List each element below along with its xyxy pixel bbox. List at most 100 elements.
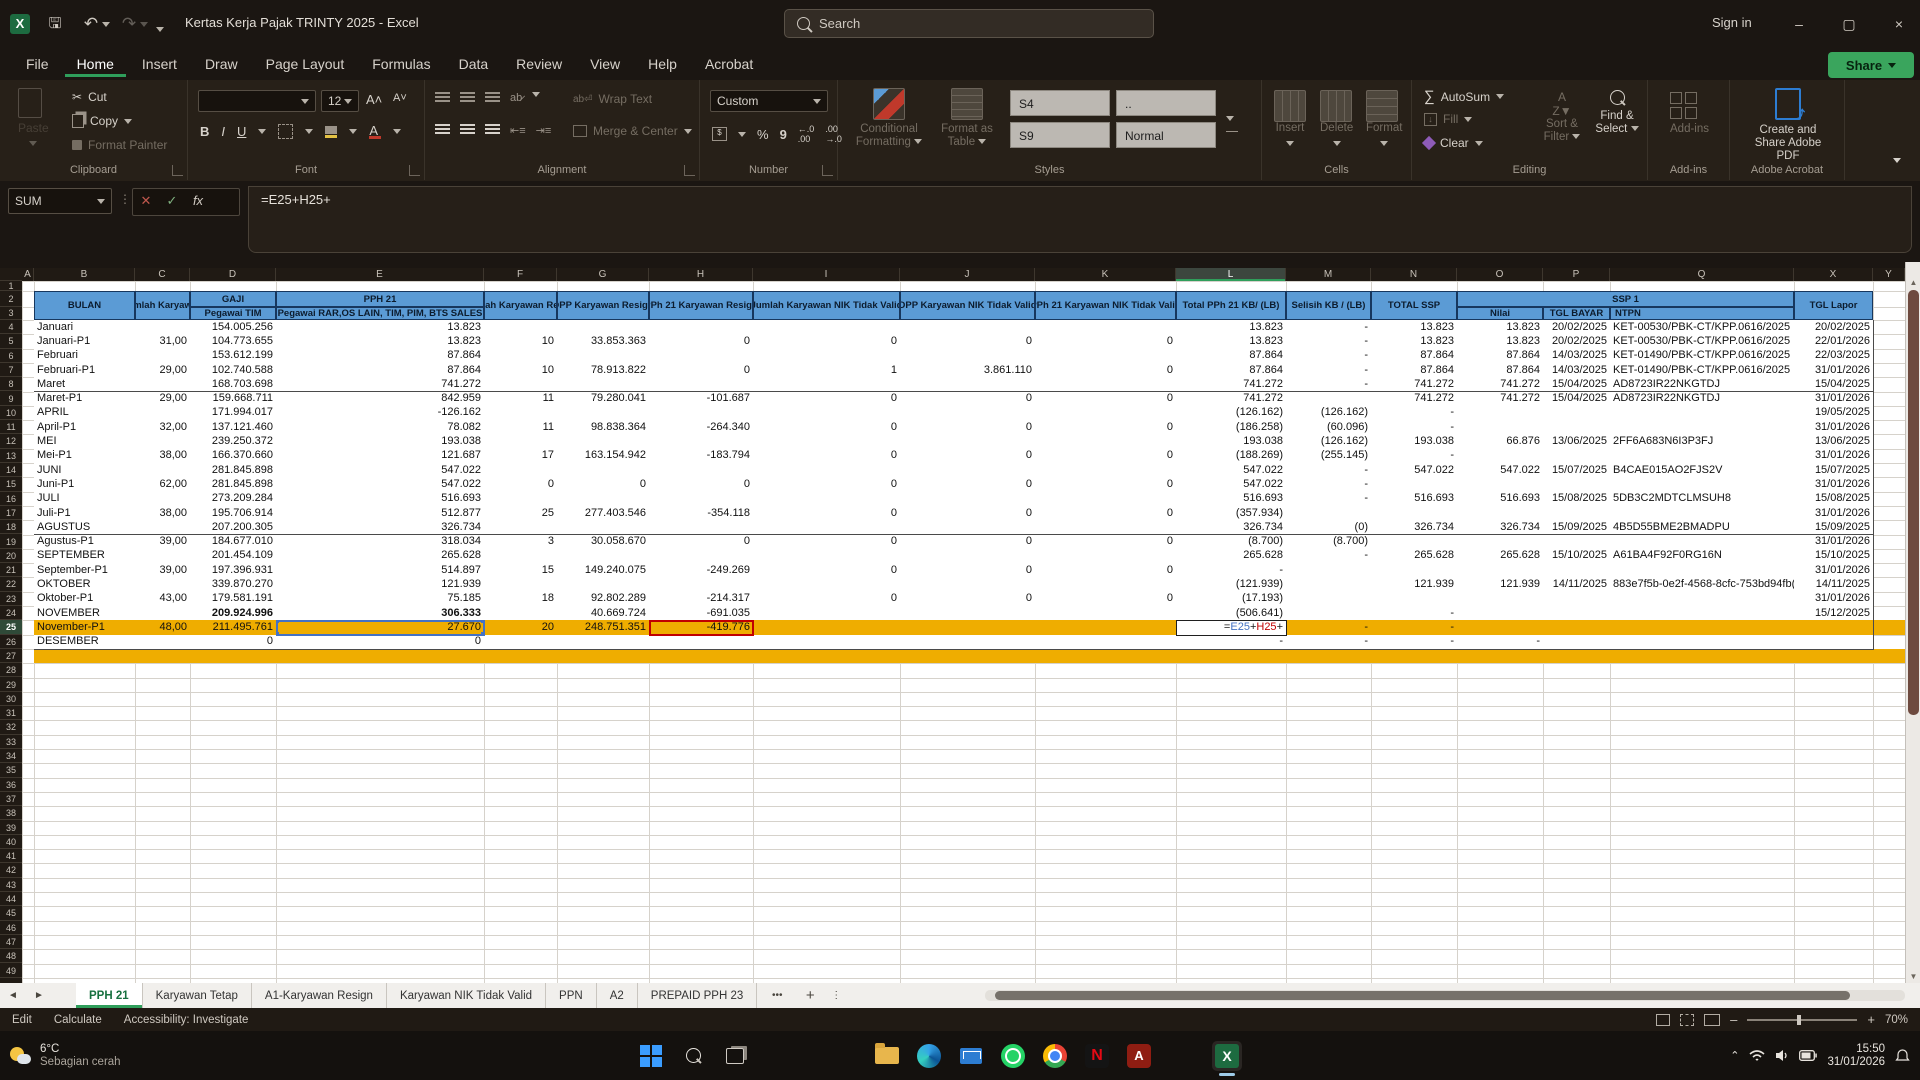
- cell-E21[interactable]: 514.897: [276, 563, 485, 578]
- page-layout-view-icon[interactable]: [1680, 1014, 1694, 1026]
- copy-button[interactable]: Copy: [72, 114, 132, 128]
- cell-G15[interactable]: 0: [557, 477, 650, 492]
- underline-menu-icon[interactable]: [258, 129, 266, 134]
- cell-K6[interactable]: [1035, 349, 1177, 364]
- number-format-combo[interactable]: Custom: [710, 90, 828, 112]
- cell-B22[interactable]: OKTOBER: [34, 577, 136, 592]
- cell-I23[interactable]: 0: [753, 592, 901, 607]
- cell-O10[interactable]: [1457, 406, 1544, 421]
- cell-P21[interactable]: [1543, 563, 1611, 578]
- cell-C6[interactable]: [135, 349, 191, 364]
- tab-view[interactable]: View: [578, 51, 632, 77]
- cell-D10[interactable]: 171.994.017: [190, 406, 277, 421]
- column-header-O[interactable]: O: [1457, 268, 1543, 281]
- row-header-16[interactable]: 16: [0, 492, 22, 506]
- cell-K25[interactable]: [1035, 620, 1177, 635]
- cell-J15[interactable]: 0: [900, 477, 1036, 492]
- merge-center-button[interactable]: Merge & Center: [573, 124, 692, 138]
- cell-J25[interactable]: [900, 620, 1036, 635]
- cell-E7[interactable]: 87.864: [276, 363, 485, 378]
- cell-O22[interactable]: 121.939: [1457, 577, 1544, 592]
- column-header-F[interactable]: F: [484, 268, 557, 281]
- start-button[interactable]: [636, 1041, 666, 1071]
- clock[interactable]: 15:50 31/01/2026: [1827, 1043, 1885, 1069]
- cell-K24[interactable]: [1035, 606, 1177, 621]
- taskbar-search-icon[interactable]: [678, 1041, 708, 1071]
- cell-N18[interactable]: 326.734: [1371, 520, 1458, 535]
- cell-F9[interactable]: 11: [484, 392, 558, 407]
- cell-N21[interactable]: [1371, 563, 1458, 578]
- cell-Q24[interactable]: [1610, 606, 1795, 621]
- cell-B14[interactable]: JUNI: [34, 463, 136, 478]
- row-header-30[interactable]: 30: [0, 692, 22, 706]
- cell-X5[interactable]: 22/01/2026: [1794, 334, 1874, 349]
- cell-P16[interactable]: 15/08/2025: [1543, 492, 1611, 507]
- cut-button[interactable]: ✂Cut: [72, 90, 107, 104]
- row-header-47[interactable]: 47: [0, 935, 22, 949]
- cell-P8[interactable]: 15/04/2025: [1543, 377, 1611, 392]
- column-header-M[interactable]: M: [1286, 268, 1371, 281]
- row-header-21[interactable]: 21: [0, 563, 22, 577]
- cell-E9[interactable]: 842.959: [276, 392, 485, 407]
- cell-H19[interactable]: 0: [649, 535, 754, 550]
- cell-Q12[interactable]: 2FF6A683N6I3P3FJ: [1610, 434, 1795, 449]
- cell-F13[interactable]: 17: [484, 449, 558, 464]
- cell-M9[interactable]: [1286, 392, 1372, 407]
- cell-E6[interactable]: 87.864: [276, 349, 485, 364]
- tabbar-splitter[interactable]: ⋮: [823, 983, 849, 1008]
- sheet-tab-a1-karyawan-resign[interactable]: A1-Karyawan Resign: [252, 983, 387, 1008]
- cell-N24[interactable]: -: [1371, 606, 1458, 621]
- cell-J17[interactable]: 0: [900, 506, 1036, 521]
- decrease-indent-icon[interactable]: ⇤≡: [510, 124, 526, 137]
- header-jumlah_nik[interactable]: Jumlah Karyawan NIK Tidak Valid: [753, 291, 900, 320]
- cell-L24[interactable]: (506.641): [1176, 606, 1287, 621]
- cell-J7[interactable]: 3.861.110: [900, 363, 1036, 378]
- cell-Q5[interactable]: KET-00530/PBK-CT/KPP.0616/2025: [1610, 334, 1795, 349]
- cell-H6[interactable]: [649, 349, 754, 364]
- cell-M7[interactable]: -: [1286, 363, 1372, 378]
- cell-D18[interactable]: 207.200.305: [190, 520, 277, 535]
- cell-I20[interactable]: [753, 549, 901, 564]
- header-pegawai_tim[interactable]: Pegawai TIM: [190, 307, 276, 320]
- row-header-39[interactable]: 39: [0, 821, 22, 835]
- tab-file[interactable]: File: [14, 51, 61, 77]
- cell-H14[interactable]: [649, 463, 754, 478]
- tab-data[interactable]: Data: [447, 51, 501, 77]
- cell-J5[interactable]: 0: [900, 334, 1036, 349]
- cell-G24[interactable]: 40.669.724: [557, 606, 650, 621]
- cell-F11[interactable]: 11: [484, 420, 558, 435]
- cell-P5[interactable]: 20/02/2025: [1543, 334, 1611, 349]
- cell-I13[interactable]: 0: [753, 449, 901, 464]
- column-header-A[interactable]: A: [22, 268, 34, 281]
- tab-page-layout[interactable]: Page Layout: [254, 51, 357, 77]
- row-header-11[interactable]: 11: [0, 420, 22, 434]
- sheet-tab-ppn[interactable]: PPN: [546, 983, 597, 1008]
- cell-L5[interactable]: 13.823: [1176, 334, 1287, 349]
- file-explorer-icon[interactable]: [872, 1041, 902, 1071]
- cell-G25[interactable]: 248.751.351: [557, 620, 650, 635]
- cell-C15[interactable]: 62,00: [135, 477, 191, 492]
- row-header-38[interactable]: 38: [0, 806, 22, 820]
- cell-C22[interactable]: [135, 577, 191, 592]
- cell-E14[interactable]: 547.022: [276, 463, 485, 478]
- cell-E11[interactable]: 78.082: [276, 420, 485, 435]
- increase-font-icon[interactable]: A˄: [366, 92, 382, 107]
- cell-I14[interactable]: [753, 463, 901, 478]
- cell-J23[interactable]: 0: [900, 592, 1036, 607]
- row-header-18[interactable]: 18: [0, 520, 22, 534]
- font-size-combo[interactable]: 12: [321, 90, 359, 112]
- cell-M17[interactable]: [1286, 506, 1372, 521]
- cell-D26[interactable]: 0: [190, 635, 277, 650]
- cell-L23[interactable]: (17.193): [1176, 592, 1287, 607]
- cell-B23[interactable]: Oktober-P1: [34, 592, 136, 607]
- cell-J18[interactable]: [900, 520, 1036, 535]
- cell-D17[interactable]: 195.706.914: [190, 506, 277, 521]
- cell-H25[interactable]: -419.776: [649, 620, 754, 635]
- cell-P18[interactable]: 15/09/2025: [1543, 520, 1611, 535]
- cell-K12[interactable]: [1035, 434, 1177, 449]
- cell-C20[interactable]: [135, 549, 191, 564]
- column-header-B[interactable]: B: [34, 268, 135, 281]
- cell-C19[interactable]: 39,00: [135, 535, 191, 550]
- row-header-44[interactable]: 44: [0, 892, 22, 906]
- cell-N10[interactable]: -: [1371, 406, 1458, 421]
